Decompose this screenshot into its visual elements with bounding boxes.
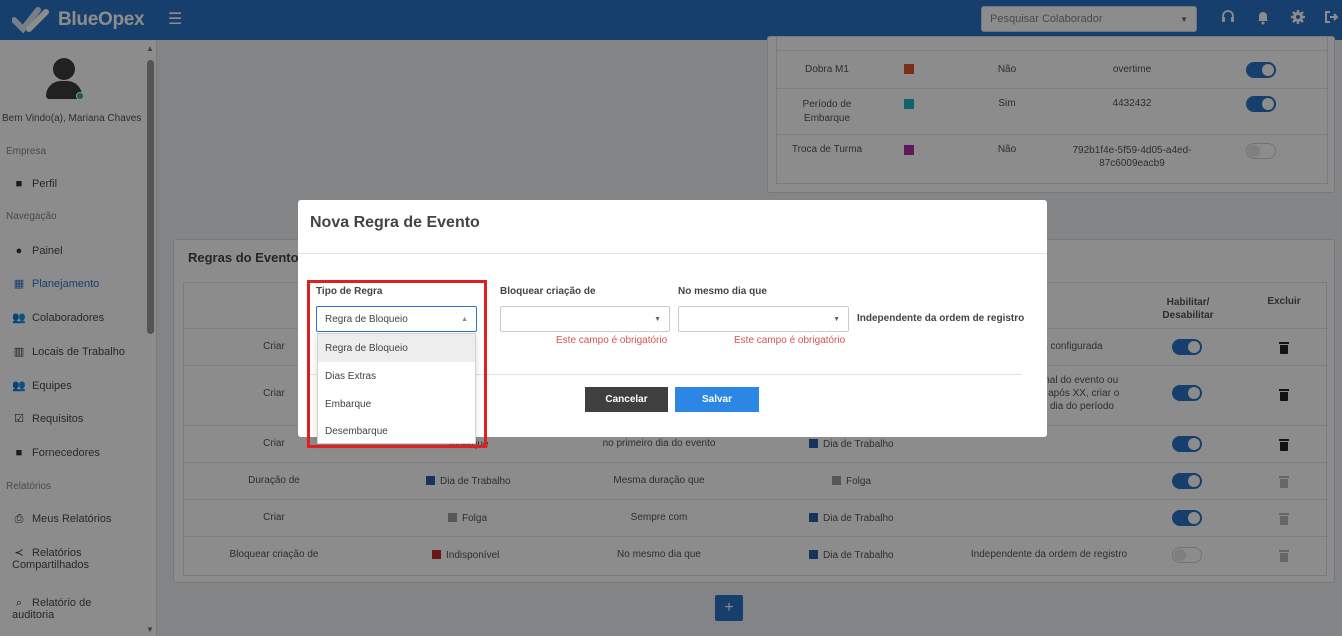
mesmo-dia-label: No mesmo dia que: [678, 286, 767, 297]
highlight-box: [307, 280, 487, 448]
independent-text: Independente da ordem de registro: [857, 313, 1025, 324]
mesmo-dia-error: Este campo é obrigatório: [734, 335, 846, 346]
bloquear-select[interactable]: ▼: [500, 306, 670, 332]
mesmo-dia-select[interactable]: ▼: [678, 306, 849, 332]
chevron-down-icon: ▼: [833, 316, 840, 323]
chevron-down-icon: ▼: [654, 316, 661, 323]
modal-title: Nova Regra de Evento: [310, 214, 480, 231]
bloquear-label: Bloquear criação de: [500, 286, 596, 297]
save-button[interactable]: Salvar: [675, 387, 759, 412]
cancel-button[interactable]: Cancelar: [585, 387, 668, 412]
divider: [298, 253, 1047, 254]
bloquear-error: Este campo é obrigatório: [556, 335, 668, 346]
